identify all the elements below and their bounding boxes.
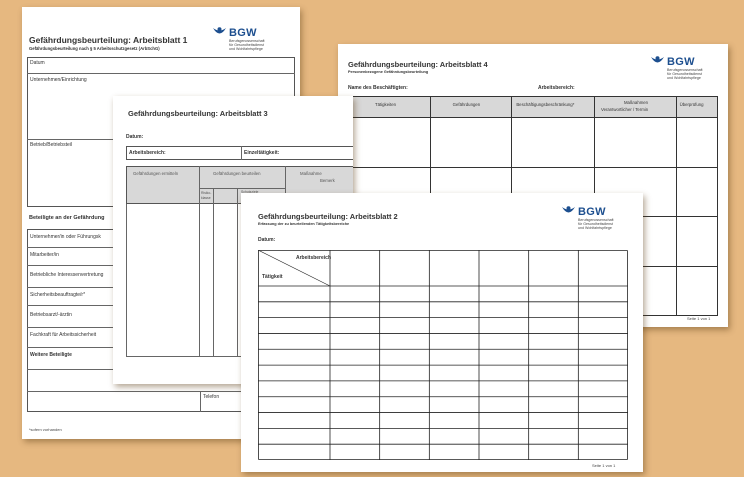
worksheet-3-title: Gefährdungsbeurteilung: Arbeitsblatt 3: [128, 109, 268, 118]
worksheet-2-title: Gefährdungsbeurteilung: Arbeitsblatt 2: [258, 212, 398, 221]
field-label-datum: Datum: [30, 60, 45, 66]
bgw-logo: BGW Berufsgenossenschaft für Gesundheits…: [650, 56, 720, 82]
participant-label: Sicherheitsbeauftragte/r*: [30, 292, 86, 298]
bgw-logo-brand: BGW: [229, 27, 257, 39]
bgw-logo: BGW Berufsgenossenschaft für Gesundheits…: [561, 206, 631, 232]
column-header: Beschäftigungsbeschränkung*: [516, 102, 575, 107]
worksheet-4-subtitle: Personenbezogene Gefährdungsbeurteilung: [348, 70, 429, 74]
column-header: Maßnahme: [300, 171, 322, 176]
worksheet-2-grid: [258, 250, 628, 460]
einzeltaetigkeit-label: Einzeltätigkeit:: [244, 150, 280, 156]
column-header: Bemerk: [320, 178, 335, 183]
column-header: Gefährdungen: [452, 102, 481, 107]
telefon-label: Telefon: [203, 394, 220, 400]
sub-header-risiko-1: Risiko-: [201, 191, 212, 195]
worksheet-2-subtitle: Erfassung der zu beurteilenden Tätigkeit…: [258, 222, 350, 226]
sub-header-risiko-2: klasse: [201, 196, 211, 200]
participant-label: Betriebsarzt/-ärztin: [30, 312, 72, 318]
column-header: Gefährdungen ermitteln: [133, 171, 179, 176]
name-label: Name des Beschäftigten:: [348, 85, 408, 91]
column-header: Überprüfung: [679, 102, 704, 107]
worksheet-4-footer: Seite 1 von 1: [687, 316, 711, 321]
datum-label: Datum:: [126, 134, 144, 140]
bgw-logo-line3: und Wohlfahrtspflege: [578, 226, 612, 230]
bgw-logo: BGW Berufsgenossenschaft für Gesundheits…: [212, 27, 282, 53]
worksheet-1-title: Gefährdungsbeurteilung: Arbeitsblatt 1: [29, 35, 188, 45]
worksheet-2: Gefährdungsbeurteilung: Arbeitsblatt 2 E…: [241, 193, 643, 472]
worksheet-4-title: Gefährdungsbeurteilung: Arbeitsblatt 4: [348, 60, 488, 69]
arbeitsbereich-label: Arbeitsbereich:: [538, 85, 575, 91]
datum-label: Datum:: [258, 237, 276, 243]
bgw-logo-icon: [562, 206, 575, 213]
column-header: Maßnahmen: [623, 100, 649, 105]
bgw-logo-icon: [213, 27, 226, 34]
field-label-betrieb: Betrieb/Betriebsteil: [30, 142, 72, 148]
participant-label: Betriebliche Interessenvertretung: [30, 272, 104, 278]
participant-label: Unternehmer/in oder Führungsk: [30, 234, 101, 240]
bgw-logo-brand: BGW: [667, 56, 695, 68]
bgw-logo-line3: und Wohlfahrtspflege: [667, 76, 701, 80]
worksheet-2-footer: Seite 1 von 1: [592, 463, 616, 468]
bgw-logo-brand: BGW: [578, 206, 606, 218]
diagonal-header-top: Arbeitsbereich: [296, 255, 332, 261]
bgw-logo-line3: und Wohlfahrtspflege: [229, 47, 263, 51]
column-header: Tätigkeiten: [375, 102, 397, 107]
diagonal-header-bottom: Tätigkeit: [262, 274, 283, 280]
worksheet-1-footnote: *sofern vorhanden: [29, 427, 62, 432]
worksheet-1-subtitle: Gefährdungsbeurteilung nach § 5 Arbeitss…: [29, 46, 160, 51]
participant-label: Fachkraft für Arbeitssicherheit: [30, 332, 97, 338]
field-label-unternehmen: Unternehmen/Einrichtung: [30, 77, 87, 83]
worksheet-2-table: Arbeitsbereich Tätigkeit: [258, 250, 628, 460]
participant-label: Mitarbeiter/in: [30, 252, 59, 258]
column-header: Gefährdungen beurteilen: [213, 171, 261, 176]
column-header-line2: Verantwortlicher / Termin: [600, 107, 649, 112]
bgw-logo-icon: [651, 56, 664, 63]
arbeitsbereich-label: Arbeitsbereich:: [129, 150, 166, 156]
participants-heading: Beteiligte an der Gefährdung: [29, 215, 105, 221]
participant-label: Weitere Beteiligte: [30, 352, 72, 358]
